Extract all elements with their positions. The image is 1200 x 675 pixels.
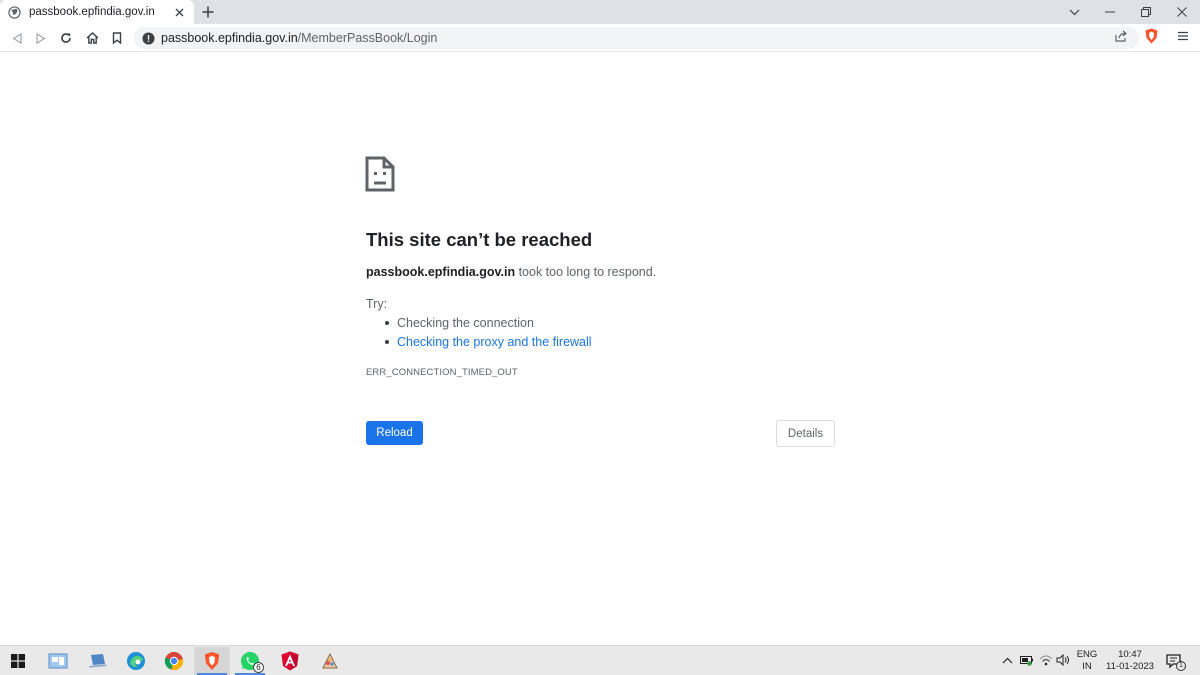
clock[interactable]: 10:47 11-01-2023 — [1103, 649, 1157, 673]
taskbar: 6 ENG IN 10:47 11-01-2023 1 — [0, 645, 1200, 675]
suggestion-check-proxy-link[interactable]: Checking the proxy and the firewall — [384, 334, 592, 353]
battery-icon[interactable] — [1020, 653, 1034, 667]
region-code: IN — [1082, 661, 1092, 672]
browser-tab[interactable]: passbook.epfindia.gov.in — [0, 0, 194, 24]
minimize-icon[interactable] — [1092, 0, 1128, 24]
clock-time: 10:47 — [1118, 649, 1142, 660]
error-message-text: took too long to respond. — [515, 265, 657, 279]
paint-app-icon[interactable] — [312, 647, 348, 675]
url-path: /MemberPassBook/Login — [297, 31, 438, 45]
details-button[interactable]: Details — [776, 420, 835, 447]
menu-icon[interactable] — [1175, 28, 1191, 44]
error-host: passbook.epfindia.gov.in — [366, 265, 516, 279]
url-text[interactable]: passbook.epfindia.gov.in/MemberPassBook/… — [161, 31, 437, 45]
show-hidden-icons-icon[interactable] — [1000, 653, 1014, 667]
language-code: ENG — [1076, 649, 1098, 660]
error-message: passbook.epfindia.gov.in took too long t… — [366, 265, 656, 279]
back-icon[interactable] — [9, 30, 25, 46]
clock-date: 11-01-2023 — [1106, 661, 1154, 672]
globe-icon — [8, 5, 21, 19]
address-bar[interactable]: passbook.epfindia.gov.in/MemberPassBook/… — [134, 27, 1139, 49]
error-code: ERR_CONNECTION_TIMED_OUT — [366, 367, 518, 378]
suggestion-check-connection: Checking the connection — [384, 315, 592, 334]
url-host: passbook.epfindia.gov.in — [161, 31, 298, 45]
volume-icon[interactable] — [1056, 653, 1070, 667]
try-label: Try: — [366, 297, 388, 311]
wifi-icon[interactable] — [1039, 653, 1053, 667]
edge-icon[interactable] — [118, 647, 154, 675]
whatsapp-icon[interactable]: 6 — [232, 647, 268, 675]
angular-icon[interactable] — [272, 647, 308, 675]
reload-button[interactable]: Reload — [366, 421, 423, 445]
suggestion-list: Checking the connection Checking the pro… — [384, 315, 592, 353]
restore-icon[interactable] — [1128, 0, 1164, 24]
forward-icon[interactable] — [33, 30, 49, 46]
sad-page-icon — [365, 156, 395, 192]
share-icon[interactable] — [1113, 28, 1129, 44]
close-window-icon[interactable] — [1164, 0, 1200, 24]
tab-search-icon[interactable] — [1056, 0, 1092, 24]
brave-taskbar-icon[interactable] — [194, 647, 230, 675]
tab-close-icon[interactable] — [172, 5, 186, 19]
notification-count: 1 — [1176, 661, 1186, 671]
browser-toolbar: passbook.epfindia.gov.in/MemberPassBook/… — [0, 24, 1200, 52]
new-tab-icon[interactable] — [200, 4, 216, 20]
error-title: This site can’t be reached — [366, 229, 593, 250]
language-indicator[interactable]: ENG IN — [1076, 649, 1098, 673]
task-view-icon[interactable] — [40, 647, 76, 675]
chrome-icon[interactable] — [156, 647, 192, 675]
reload-icon[interactable] — [58, 30, 74, 46]
tab-strip: passbook.epfindia.gov.in — [0, 0, 1200, 24]
bookmark-icon[interactable] — [109, 30, 125, 46]
home-icon[interactable] — [84, 30, 100, 46]
tab-title: passbook.epfindia.gov.in — [29, 6, 155, 18]
windows-start-icon[interactable] — [0, 647, 36, 675]
whatsapp-badge: 6 — [253, 662, 264, 673]
brave-shields-icon[interactable] — [1143, 28, 1159, 44]
laptop-app-icon[interactable] — [80, 647, 116, 675]
site-info-icon[interactable] — [142, 32, 155, 45]
